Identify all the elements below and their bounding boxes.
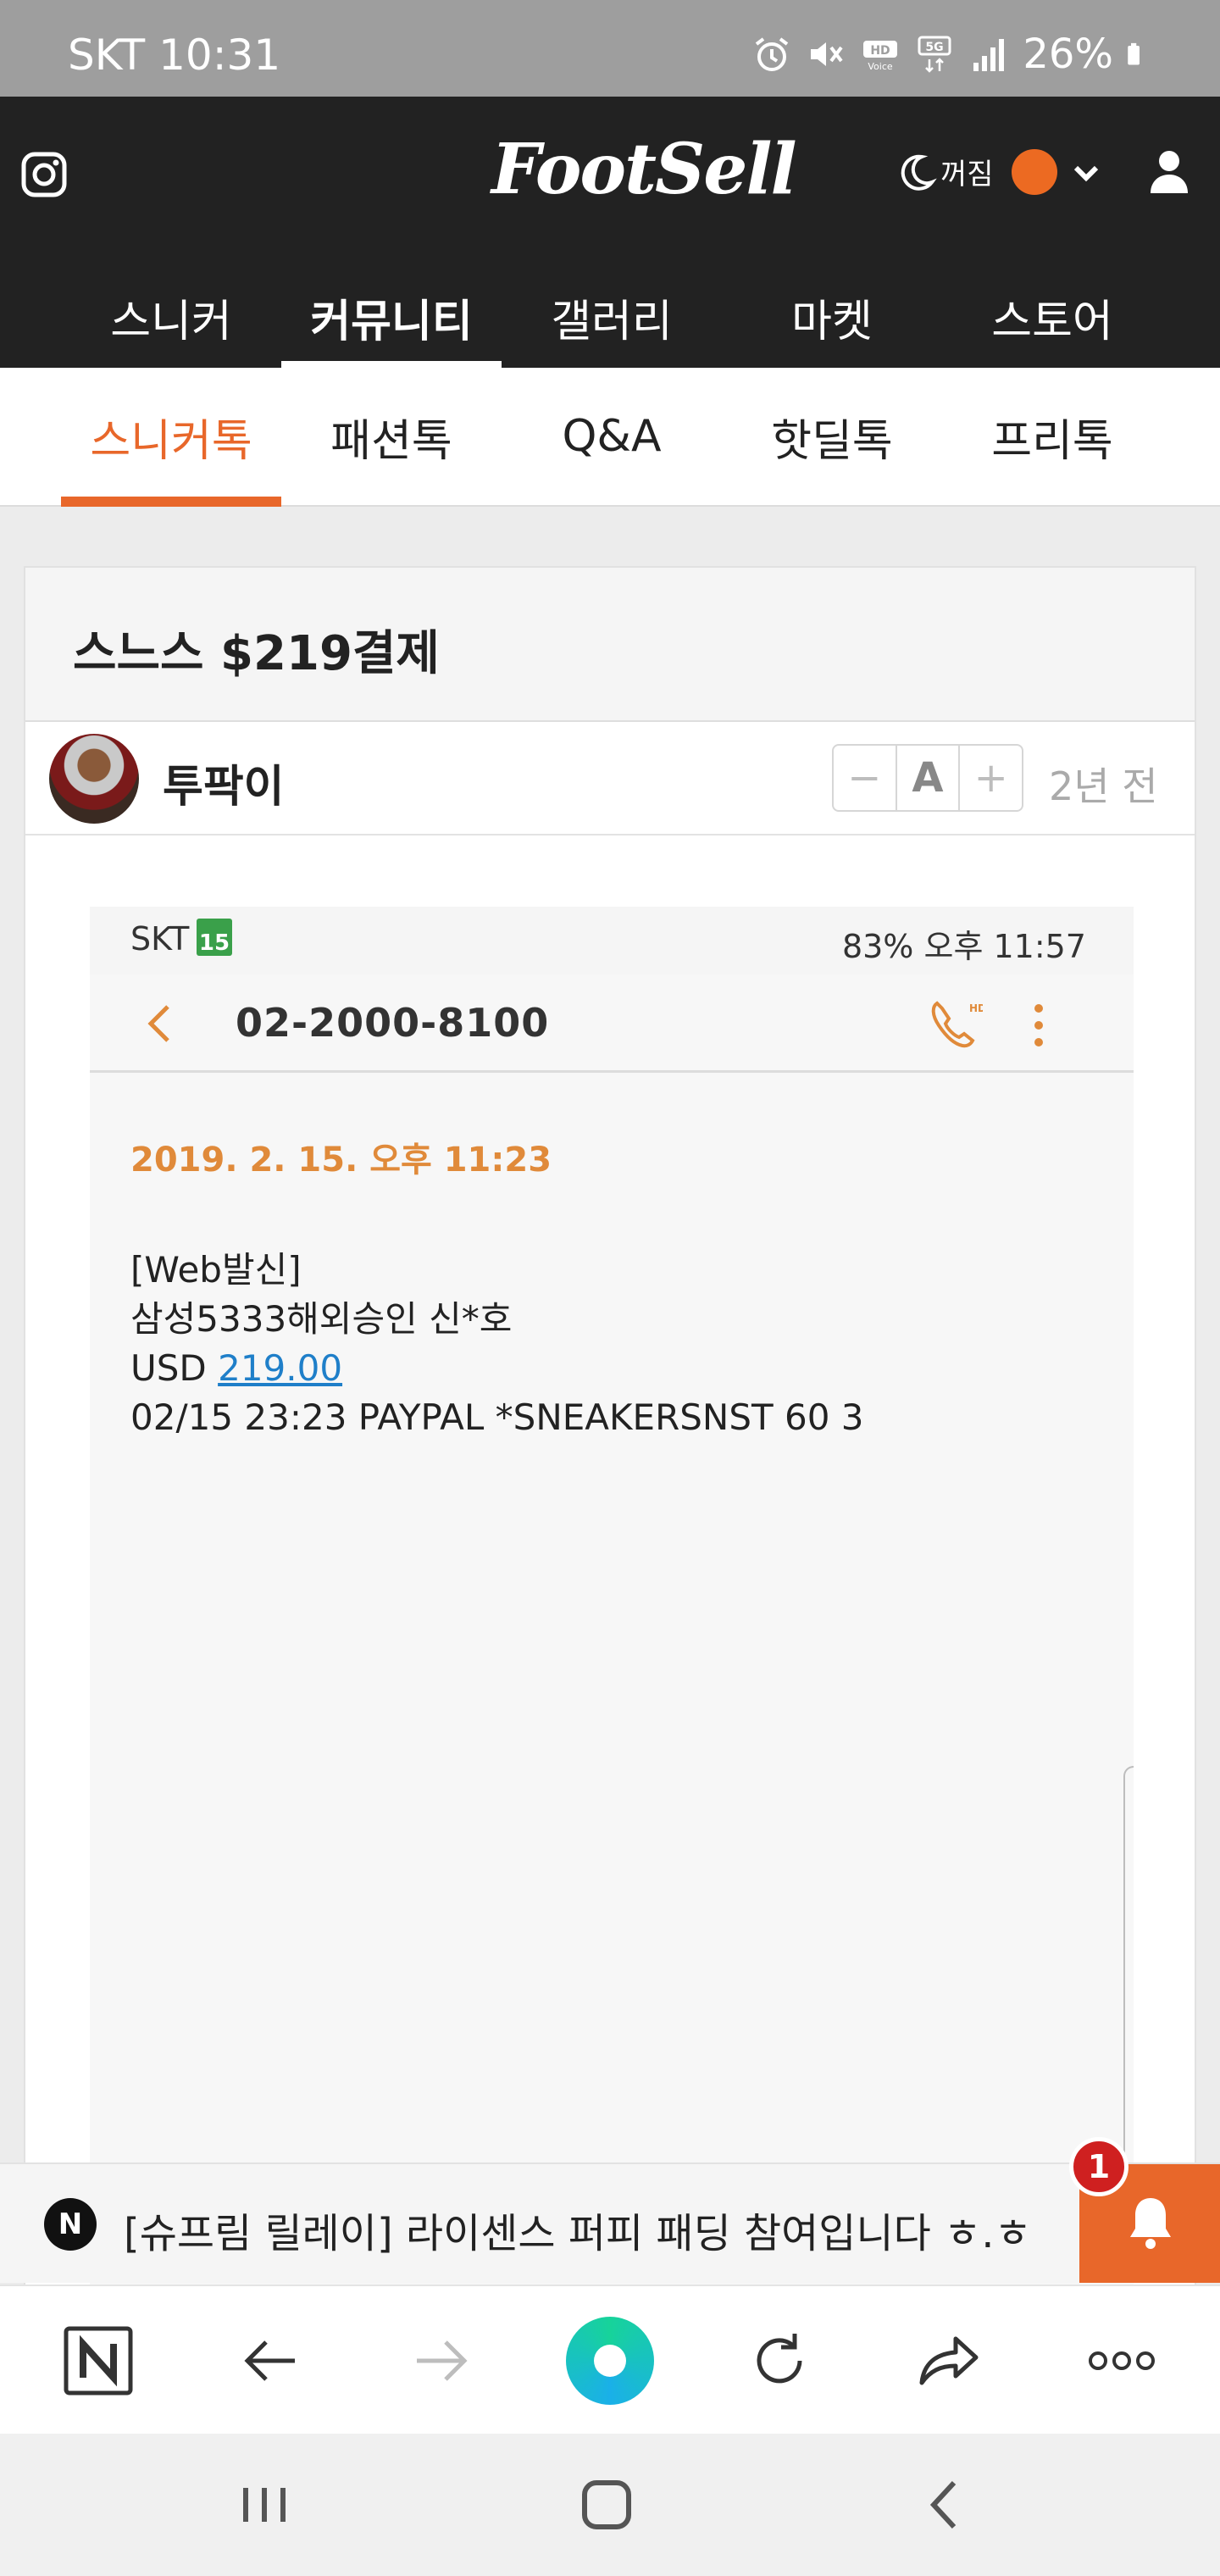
- tab-qna[interactable]: Q&A: [502, 368, 722, 505]
- green-dot-icon: [566, 2317, 654, 2405]
- alarm-icon: [756, 37, 789, 71]
- hd-call-icon: HD: [931, 1001, 983, 1048]
- embedded-carrier: SKT: [130, 920, 190, 958]
- post-title: 스느스 $219결제: [73, 626, 440, 681]
- more-horizontal-icon: [1089, 2351, 1155, 2370]
- user-icon[interactable]: [1147, 147, 1191, 195]
- main-nav-community[interactable]: 커뮤니티: [281, 266, 502, 368]
- footsell-logo[interactable]: FootSell: [491, 129, 797, 210]
- tab-free-talk[interactable]: 프리톡: [942, 368, 1162, 505]
- home-icon: [582, 2480, 631, 2529]
- back-chevron-icon: [147, 1005, 169, 1042]
- post-time: 2년 전: [1049, 763, 1158, 809]
- app-header: FootSell 꺼짐 스니커 커뮤니티 갤러리 마켓 스토어: [0, 97, 1220, 368]
- status-icons: HD Voice 5G 26%: [751, 31, 1152, 78]
- system-status-bar: SKT 10:31 HD Voice 5G 26%: [0, 0, 1220, 97]
- battery-percent: 26%: [1023, 31, 1113, 78]
- more-menu-button[interactable]: [1071, 2286, 1173, 2435]
- font-increase-button[interactable]: +: [960, 746, 1022, 810]
- back-button[interactable]: [220, 2286, 322, 2435]
- main-nav-sneaker[interactable]: 스니커: [61, 266, 281, 368]
- more-vertical-icon: [1034, 1004, 1043, 1046]
- main-nav-store[interactable]: 스토어: [942, 266, 1162, 368]
- main-nav-gallery[interactable]: 갤러리: [502, 266, 722, 368]
- signal-icon: [973, 39, 1005, 71]
- post-author-row: 투팍이 − A + 2년 전: [25, 722, 1195, 836]
- system-nav-bar: [0, 2434, 1220, 2576]
- moon-icon: [901, 154, 937, 191]
- hd-voice-icon: HD Voice: [863, 41, 898, 72]
- share-icon: [919, 2336, 979, 2385]
- embedded-scroll-handle: [1123, 1766, 1134, 2156]
- notification-banner[interactable]: N [슈프림 릴레이] 라이센스 퍼피 패딩 참여입니다 ㅎ.ㅎ: [0, 2162, 1220, 2283]
- svg-text:Voice: Voice: [868, 61, 894, 72]
- night-mode-toggle[interactable]: 꺼짐: [896, 151, 994, 192]
- font-decrease-button[interactable]: −: [834, 746, 897, 810]
- sender-phone-number: 02-2000-8100: [236, 1000, 550, 1046]
- community-tabs: 스니커톡 패션톡 Q&A 핫딜톡 프리톡: [0, 368, 1220, 507]
- recents-button[interactable]: [230, 2471, 298, 2539]
- calendar-badge: 15: [197, 919, 232, 956]
- arrow-right-icon: [417, 2340, 468, 2381]
- message-body: [Web발신] 삼성5333해외승인 신*호 USD 219.00 02/15 …: [130, 1246, 864, 1442]
- embedded-status-right: 83% 오후 11:57: [841, 928, 1086, 965]
- mute-icon: [811, 42, 843, 66]
- font-reset-button[interactable]: A: [897, 746, 961, 810]
- forward-button[interactable]: [390, 2286, 491, 2435]
- share-button[interactable]: [898, 2286, 1000, 2435]
- message-date: 2019. 2. 15. 오후 11:23: [130, 1141, 552, 1180]
- naver-logo-icon: N: [44, 2198, 97, 2251]
- embedded-status-bar: SKT 15 83% 오후 11:57: [90, 907, 1134, 974]
- home-button[interactable]: [573, 2471, 640, 2539]
- instagram-icon[interactable]: [20, 151, 68, 198]
- back-icon: [929, 2480, 957, 2529]
- bell-icon: [1130, 2198, 1171, 2249]
- theme-color-swatch[interactable]: [1012, 149, 1057, 195]
- tab-fashion-talk[interactable]: 패션톡: [281, 368, 502, 505]
- svg-text:HD: HD: [969, 1002, 983, 1014]
- message-line: [Web발신]: [130, 1249, 302, 1291]
- notification-text[interactable]: [슈프림 릴레이] 라이센스 퍼피 패딩 참여입니다 ㅎ.ㅎ: [124, 2200, 1032, 2259]
- message-line: 삼성5333해외승인 신*호: [130, 1298, 513, 1340]
- chevron-down-icon[interactable]: [1069, 156, 1103, 190]
- 5g-icon: 5G: [918, 36, 951, 73]
- refresh-button[interactable]: [729, 2286, 830, 2435]
- refresh-icon: [757, 2334, 802, 2384]
- battery-icon: [1128, 42, 1140, 65]
- browser-toolbar: [0, 2285, 1220, 2434]
- embedded-message-header: 02-2000-8100 HD: [90, 974, 1134, 1073]
- main-nav-market[interactable]: 마켓: [722, 266, 942, 368]
- tab-sneaker-talk[interactable]: 스니커톡: [61, 368, 281, 507]
- message-line: USD: [130, 1347, 219, 1389]
- svg-text:5G: 5G: [926, 41, 944, 54]
- arrow-left-icon: [244, 2340, 295, 2381]
- avatar[interactable]: [49, 734, 139, 824]
- carrier-time: SKT 10:31: [68, 31, 281, 80]
- night-mode-label: 꺼짐: [940, 158, 994, 192]
- naver-home-button[interactable]: [47, 2286, 149, 2435]
- author-name[interactable]: 투팍이: [163, 751, 285, 814]
- main-nav: 스니커 커뮤니티 갤러리 마켓 스토어: [0, 266, 1220, 368]
- notification-count-badge: 1: [1069, 2137, 1128, 2196]
- system-back-button[interactable]: [912, 2471, 979, 2539]
- tab-hotdeal-talk[interactable]: 핫딜톡: [722, 368, 942, 505]
- recents-icon: [243, 2488, 286, 2522]
- naver-home-icon: [64, 2326, 133, 2396]
- green-dot-button[interactable]: [559, 2286, 661, 2435]
- svg-text:HD: HD: [871, 44, 890, 58]
- post-title-box: 스느스 $219결제: [25, 568, 1195, 722]
- font-size-control: − A +: [832, 744, 1023, 812]
- message-amount-link: 219.00: [218, 1347, 343, 1389]
- message-line: 02/15 23:23 PAYPAL *SNEAKERSNST 60 3: [130, 1396, 864, 1438]
